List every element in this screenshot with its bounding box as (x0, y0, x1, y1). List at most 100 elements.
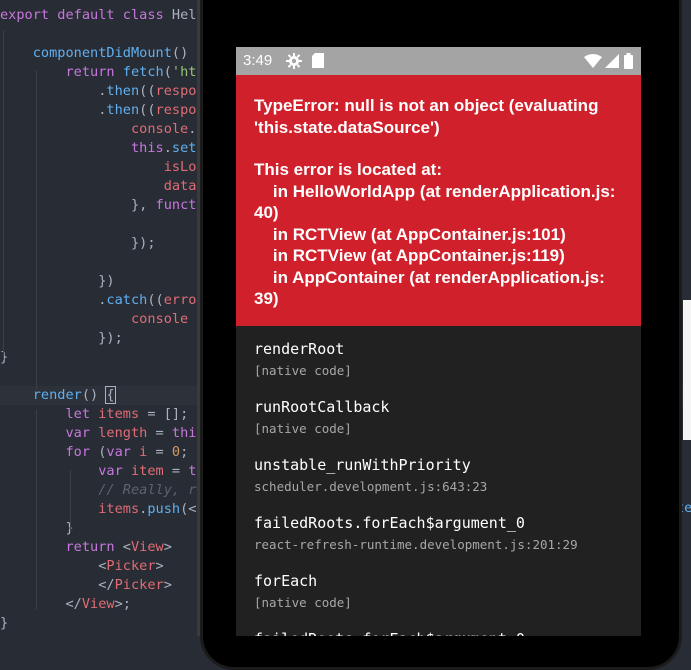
code-token: Picker (106, 558, 156, 574)
code-token: for (65, 444, 99, 460)
sd-card-icon (312, 53, 324, 73)
code-token: class (122, 7, 172, 23)
code-token: . (0, 292, 107, 308)
status-time: 3:49 (243, 52, 273, 69)
code-token: var (98, 463, 131, 479)
code-token: > (155, 558, 164, 574)
code-token: data (163, 178, 197, 194)
code-token: push (147, 501, 181, 517)
indent-guide (36, 70, 37, 390)
code-token: View (81, 596, 115, 612)
code-token: } (0, 349, 9, 365)
code-token: respo (155, 102, 197, 118)
stack-frame[interactable]: unstable_runWithPriority scheduler.develo… (254, 456, 634, 495)
signal-icon (605, 54, 619, 73)
code-token: then (106, 83, 140, 99)
stack-frame-method: forEach (254, 572, 318, 590)
code-token: ; (180, 444, 189, 460)
code-token: item (130, 463, 164, 479)
code-token: fetch (122, 64, 164, 80)
stack-frame[interactable]: forEach [native code] (254, 572, 634, 611)
code-token: () (81, 387, 107, 403)
stack-frame-file: react-refresh-runtime.development.js:201… (254, 537, 578, 552)
code-token: (< (180, 501, 197, 517)
code-token: items (98, 406, 140, 422)
code-token: thi (171, 425, 197, 441)
code-token: >; (114, 596, 131, 612)
stack-frame-method: runRootCallback (254, 398, 390, 416)
stack-frame-method: renderRoot (254, 340, 345, 358)
stack-frame[interactable]: renderRoot [native code] (254, 340, 634, 379)
code-token: console (130, 311, 189, 327)
code-token: Hel (171, 7, 197, 23)
stack-frame-method: unstable_runWithPriority (254, 456, 471, 474)
code-token: . (188, 121, 197, 137)
gear-icon (286, 53, 302, 74)
indent-guide (3, 30, 4, 360)
phone-screen[interactable]: 3:49 TypeError: null is not an object (e… (236, 47, 641, 636)
code-token: erro (163, 292, 197, 308)
code-token: let (65, 406, 99, 422)
wifi-icon (584, 54, 602, 73)
code-token: console (130, 121, 189, 137)
error-redbox[interactable]: TypeError: null is not an object (evalua… (236, 75, 641, 326)
code-token: funct (155, 197, 197, 213)
indent-guide (70, 470, 71, 530)
stack-frame-file: scheduler.development.js:643:23 (254, 479, 488, 494)
code-token: = []; (139, 406, 189, 422)
code-token: = (163, 463, 189, 479)
code-token: (( (139, 102, 156, 118)
code-token: View (130, 539, 164, 555)
code-token: > (163, 577, 172, 593)
code-token: Picker (114, 577, 164, 593)
code-token: return (65, 64, 123, 80)
code-token: isLo (163, 159, 197, 175)
editor-scrollbar[interactable] (683, 300, 691, 440)
code-token: // Really, r (98, 482, 197, 498)
stack-frame[interactable]: failedRoots.forEach$argument_0 (254, 630, 634, 636)
code-token: 'ht (171, 64, 197, 80)
code-token: = (147, 425, 172, 441)
code-token: ( (163, 64, 172, 80)
code-token: items (98, 501, 140, 517)
code-token: . (0, 83, 107, 99)
code-token: </ (65, 596, 82, 612)
code-token: } (0, 615, 9, 631)
error-location: This error is located at: in HelloWorldA… (254, 160, 616, 308)
stack-frame[interactable]: failedRoots.forEach$argument_0 react-refr… (254, 514, 634, 553)
code-token: export (0, 7, 58, 23)
code-token: 0 (171, 444, 181, 460)
stack-frame-file: [native code] (254, 363, 352, 378)
code-token: this (130, 140, 164, 156)
code-token: () (171, 45, 189, 61)
code-token: componentDidMount (32, 45, 172, 61)
error-message: TypeError: null is not an object (evalua… (254, 96, 604, 137)
code-token: . (0, 102, 107, 118)
stack-frame-file: [native code] (254, 421, 352, 436)
code-token: </ (98, 577, 115, 593)
code-token: length (98, 425, 148, 441)
code-token: }); (98, 330, 123, 346)
code-token: }, (130, 197, 156, 213)
code-token: var (106, 444, 140, 460)
code-token: return (65, 539, 123, 555)
code-token: (( (147, 292, 164, 308)
code-token: t (188, 463, 197, 479)
code-token: }) (98, 273, 115, 289)
stack-frame[interactable]: runRootCallback [native code] (254, 398, 634, 437)
code-token: render (32, 387, 82, 403)
